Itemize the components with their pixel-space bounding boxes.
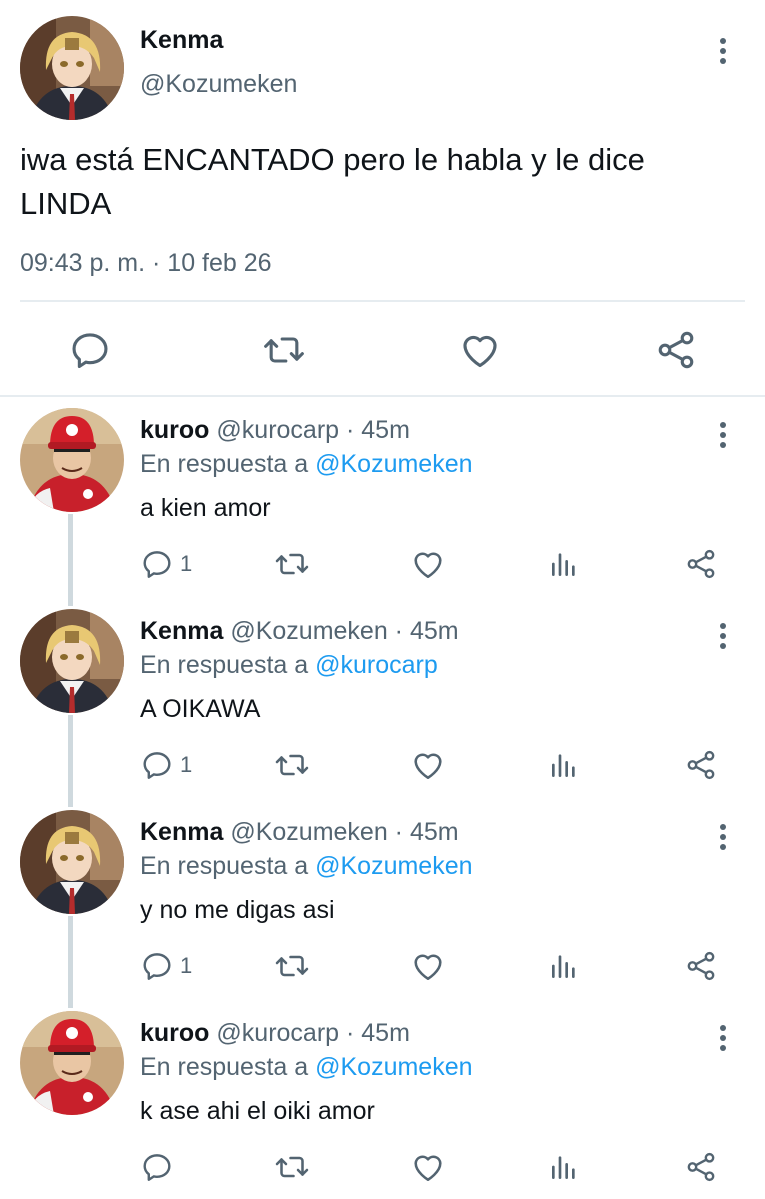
reply-button[interactable] <box>140 1147 180 1187</box>
thread-line <box>68 715 73 807</box>
reply-text: k ase ahi el oiki amor <box>140 1097 375 1125</box>
avatar[interactable] <box>20 609 124 713</box>
like-icon[interactable] <box>410 1147 446 1187</box>
reply-icon <box>140 547 174 581</box>
author-meta[interactable]: @kurocarp · 45m <box>216 416 410 444</box>
reply-tweet[interactable]: Kenma @Kozumeken · 45m En respuesta a @K… <box>0 804 765 1008</box>
tweet-timestamp[interactable]: 09:43 p. m. · 10 feb 26 <box>20 249 272 278</box>
retweet-icon[interactable] <box>274 745 310 785</box>
mention-link[interactable]: @Kozumeken <box>315 1053 472 1081</box>
in-reply-label: En respuesta a <box>140 450 316 478</box>
in-reply-to: En respuesta a @Kozumeken <box>140 1053 473 1082</box>
retweet-icon[interactable] <box>274 946 310 986</box>
reply-tweet[interactable]: Kenma @Kozumeken · 45m En respuesta a @k… <box>0 603 765 807</box>
like-icon[interactable] <box>458 328 502 372</box>
like-icon[interactable] <box>410 946 446 986</box>
kuroo-avatar-image <box>20 1011 124 1115</box>
more-options-icon[interactable] <box>712 822 734 852</box>
avatar[interactable] <box>20 1011 124 1115</box>
main-tweet: Kenma @Kozumeken iwa está ENCANTADO pero… <box>0 0 765 395</box>
reply-tweet[interactable]: kuroo @kurocarp · 45m En respuesta a @Ko… <box>0 1005 765 1199</box>
reply-button[interactable]: 1 <box>140 544 192 584</box>
mention-link[interactable]: @kurocarp <box>315 651 438 679</box>
reply-button[interactable]: 1 <box>140 745 192 785</box>
kenma-avatar-image <box>20 810 124 914</box>
reply-text: A OIKAWA <box>140 695 261 723</box>
reply-tweet[interactable]: kuroo @kurocarp · 45m En respuesta a @Ko… <box>0 402 765 606</box>
stats-icon[interactable] <box>548 745 580 785</box>
share-icon[interactable] <box>684 544 718 584</box>
reply-header: Kenma @Kozumeken · 45m <box>140 818 459 847</box>
more-options-icon[interactable] <box>712 36 734 66</box>
reply-header: kuroo @kurocarp · 45m <box>140 416 410 445</box>
kenma-avatar-image <box>20 609 124 713</box>
in-reply-label: En respuesta a <box>140 1053 316 1081</box>
more-options-icon[interactable] <box>712 420 734 450</box>
share-icon[interactable] <box>684 1147 718 1187</box>
author-handle[interactable]: @Kozumeken <box>140 70 297 99</box>
in-reply-to: En respuesta a @Kozumeken <box>140 450 473 479</box>
author-name[interactable]: Kenma <box>140 617 223 645</box>
share-icon[interactable] <box>684 745 718 785</box>
more-options-icon[interactable] <box>712 621 734 651</box>
avatar[interactable] <box>20 810 124 914</box>
kuroo-avatar-image <box>20 408 124 512</box>
author-name[interactable]: kuroo <box>140 1019 209 1047</box>
reply-icon <box>140 1150 174 1184</box>
like-icon[interactable] <box>410 745 446 785</box>
divider <box>20 300 745 302</box>
author-meta[interactable]: @Kozumeken · 45m <box>230 617 458 645</box>
author-name[interactable]: Kenma <box>140 818 223 846</box>
retweet-icon[interactable] <box>262 328 306 372</box>
share-icon[interactable] <box>684 946 718 986</box>
reply-icon[interactable] <box>68 328 112 372</box>
stats-icon[interactable] <box>548 946 580 986</box>
author-name[interactable]: kuroo <box>140 416 209 444</box>
in-reply-to: En respuesta a @Kozumeken <box>140 852 473 881</box>
tweet-text: iwa está ENCANTADO pero le habla y le di… <box>20 142 645 221</box>
reply-text: y no me digas asi <box>140 896 335 924</box>
stats-icon[interactable] <box>548 544 580 584</box>
in-reply-label: En respuesta a <box>140 651 316 679</box>
stats-icon[interactable] <box>548 1147 580 1187</box>
in-reply-to: En respuesta a @kurocarp <box>140 651 438 680</box>
author-name[interactable]: Kenma <box>140 26 223 55</box>
reply-count: 1 <box>180 752 193 777</box>
avatar[interactable] <box>20 408 124 512</box>
kenma-avatar-image <box>20 16 124 120</box>
reply-button[interactable]: 1 <box>140 946 192 986</box>
reply-icon <box>140 748 174 782</box>
retweet-icon[interactable] <box>274 1147 310 1187</box>
in-reply-label: En respuesta a <box>140 852 316 880</box>
retweet-icon[interactable] <box>274 544 310 584</box>
reply-icon <box>140 949 174 983</box>
thread-line <box>68 916 73 1008</box>
like-icon[interactable] <box>410 544 446 584</box>
divider <box>0 395 765 397</box>
share-icon[interactable] <box>654 328 698 372</box>
reply-header: Kenma @Kozumeken · 45m <box>140 617 459 646</box>
reply-text: a kien amor <box>140 494 271 522</box>
avatar[interactable] <box>20 16 124 120</box>
reply-header: kuroo @kurocarp · 45m <box>140 1019 410 1048</box>
reply-count: 1 <box>180 953 193 978</box>
author-meta[interactable]: @Kozumeken · 45m <box>230 818 458 846</box>
mention-link[interactable]: @Kozumeken <box>315 852 472 880</box>
reply-count: 1 <box>180 551 193 576</box>
mention-link[interactable]: @Kozumeken <box>315 450 472 478</box>
more-options-icon[interactable] <box>712 1023 734 1053</box>
author-meta[interactable]: @kurocarp · 45m <box>216 1019 410 1047</box>
thread-line <box>68 514 73 606</box>
